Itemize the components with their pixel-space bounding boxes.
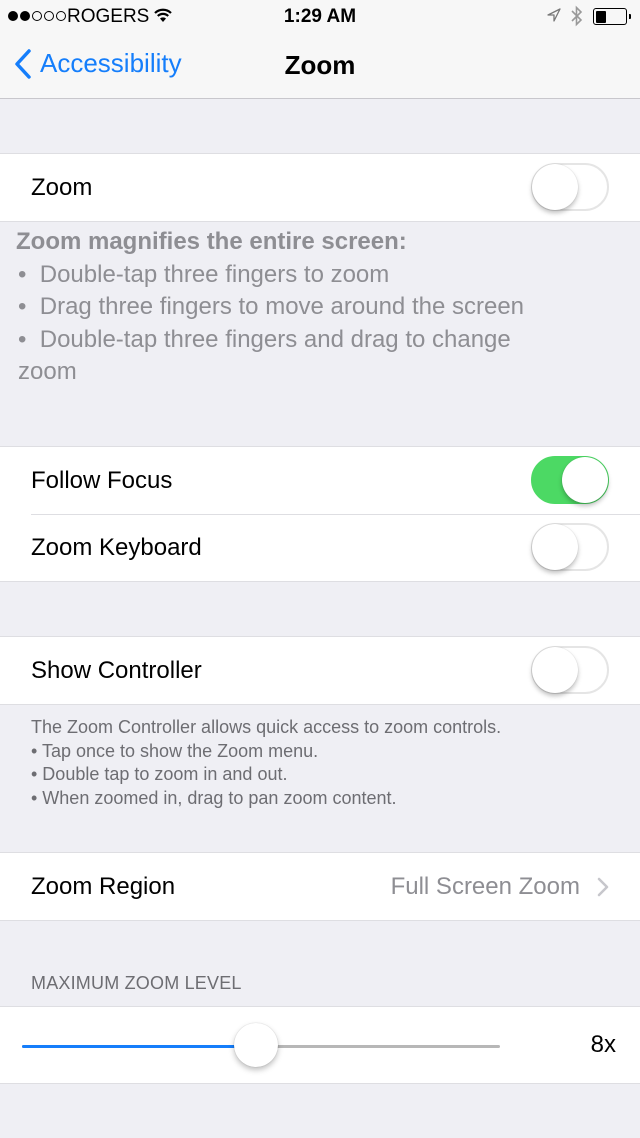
follow-focus-toggle[interactable] — [531, 456, 609, 504]
zoom-toggle[interactable] — [531, 163, 609, 211]
clock: 1:29 AM — [283, 6, 357, 27]
zoom-region-row[interactable]: Zoom Region Full Screen Zoom — [0, 853, 640, 920]
max-zoom-header: MAXIMUM ZOOM LEVEL — [31, 973, 242, 993]
zoom-description-title: Zoom magnifies the entire screen: — [16, 228, 407, 255]
show-controller-row: Show Controller — [0, 637, 640, 704]
max-zoom-slider-thumb[interactable] — [234, 1023, 279, 1067]
toggle-knob — [562, 457, 608, 503]
zoom-group: Zoom — [0, 153, 640, 222]
max-zoom-group: 8x — [0, 1006, 640, 1084]
follow-focus-row: Follow Focus — [0, 447, 640, 514]
navigation-bar: Accessibility Zoom — [0, 34, 640, 99]
chevron-right-icon — [597, 877, 609, 897]
toggle-knob — [532, 524, 578, 570]
zoom-row: Zoom — [0, 154, 640, 221]
zoom-description-bullet: • Drag three fingers to move around the … — [18, 293, 525, 320]
toggle-knob — [532, 647, 578, 693]
zoom-keyboard-label: Zoom Keyboard — [31, 533, 202, 561]
back-label: Accessibility — [40, 48, 182, 78]
controller-group: Show Controller — [0, 636, 640, 705]
show-controller-label: Show Controller — [31, 656, 202, 684]
status-bar: ROGERS 1:29 AM — [0, 0, 640, 34]
zoom-label: Zoom — [31, 173, 93, 201]
zoom-description: Zoom magnifies the entire screen: • Doub… — [0, 226, 640, 389]
region-group: Zoom Region Full Screen Zoom — [0, 852, 640, 921]
bluetooth-icon — [570, 5, 584, 32]
controller-description-line: The Zoom Controller allows quick access … — [31, 717, 502, 737]
show-controller-toggle[interactable] — [531, 646, 609, 694]
controller-description: The Zoom Controller allows quick access … — [0, 716, 640, 810]
controller-description-line: • Tap once to show the Zoom menu. — [31, 740, 319, 761]
follow-focus-label: Follow Focus — [31, 466, 173, 494]
zoom-region-value: Full Screen Zoom — [390, 872, 580, 900]
focus-group: Follow Focus Zoom Keyboard — [0, 446, 640, 582]
controller-description-line: • Double tap to zoom in and out. — [31, 764, 288, 784]
battery-icon — [593, 8, 631, 25]
controller-description-line: • When zoomed in, drag to pan zoom conte… — [31, 787, 397, 808]
zoom-keyboard-row: Zoom Keyboard — [0, 514, 640, 581]
zoom-description-bullet: • Double-tap three fingers and drag to c… — [18, 325, 511, 386]
slider-fill — [22, 1045, 257, 1048]
zoom-description-bullet: • Double-tap three fingers to zoom — [18, 260, 390, 288]
location-icon — [546, 7, 562, 28]
zoom-keyboard-toggle[interactable] — [531, 523, 609, 571]
max-zoom-slider-row: 8x — [0, 1007, 640, 1083]
toggle-knob — [532, 164, 578, 210]
zoom-region-label: Zoom Region — [31, 872, 176, 900]
chevron-left-icon — [15, 48, 31, 79]
back-button[interactable]: Accessibility — [14, 48, 182, 79]
max-zoom-value: 8x — [590, 1031, 616, 1058]
